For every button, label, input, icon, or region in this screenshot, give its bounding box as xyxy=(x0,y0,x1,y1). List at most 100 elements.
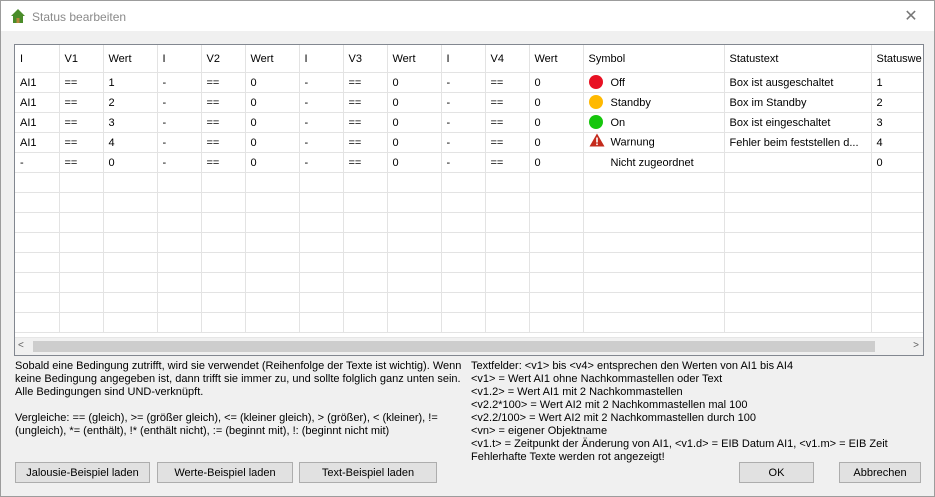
column-header[interactable]: I xyxy=(157,45,202,73)
status-text-cell[interactable]: Box im Standby xyxy=(724,92,872,113)
table-cell[interactable] xyxy=(724,292,872,313)
table-cell[interactable] xyxy=(871,252,923,273)
table-cell[interactable] xyxy=(299,292,344,313)
scroll-left-icon[interactable]: < xyxy=(18,340,24,351)
table-cell[interactable] xyxy=(245,172,300,193)
table-cell[interactable]: 2 xyxy=(103,92,158,113)
table-cell[interactable] xyxy=(529,192,584,213)
table-cell[interactable]: - xyxy=(441,112,486,133)
table-cell[interactable]: 0 xyxy=(387,152,442,173)
horizontal-scrollbar[interactable]: < > xyxy=(15,337,923,355)
table-cell[interactable] xyxy=(343,212,388,233)
table-cell[interactable]: == xyxy=(343,72,388,93)
empty-table-row[interactable] xyxy=(15,172,923,193)
column-header[interactable]: Wert xyxy=(103,45,158,73)
table-cell[interactable] xyxy=(529,212,584,233)
table-cell[interactable] xyxy=(529,172,584,193)
table-cell[interactable]: - xyxy=(441,92,486,113)
table-cell[interactable] xyxy=(59,212,104,233)
table-cell[interactable] xyxy=(871,312,923,333)
table-cell[interactable]: == xyxy=(343,152,388,173)
table-cell[interactable] xyxy=(583,272,725,293)
table-cell[interactable] xyxy=(387,232,442,253)
table-cell[interactable] xyxy=(387,192,442,213)
column-header[interactable]: Wert xyxy=(387,45,442,73)
load-values-example-button[interactable]: Werte-Beispiel laden xyxy=(157,462,293,483)
table-cell[interactable]: - xyxy=(157,112,202,133)
table-cell[interactable] xyxy=(299,272,344,293)
table-cell[interactable]: 0 xyxy=(103,152,158,173)
table-cell[interactable] xyxy=(387,172,442,193)
empty-table-row[interactable] xyxy=(15,272,923,293)
table-cell[interactable] xyxy=(441,252,486,273)
table-cell[interactable] xyxy=(529,252,584,273)
table-cell[interactable] xyxy=(299,312,344,333)
status-value-cell[interactable]: 2 xyxy=(871,92,923,113)
table-cell[interactable] xyxy=(724,172,872,193)
table-cell[interactable] xyxy=(529,272,584,293)
table-cell[interactable] xyxy=(245,212,300,233)
table-cell[interactable]: - xyxy=(299,152,344,173)
table-cell[interactable] xyxy=(59,292,104,313)
table-cell[interactable] xyxy=(103,172,158,193)
load-text-example-button[interactable]: Text-Beispiel laden xyxy=(299,462,437,483)
table-cell[interactable] xyxy=(441,312,486,333)
ok-button[interactable]: OK xyxy=(739,462,814,483)
table-cell[interactable] xyxy=(485,252,530,273)
scrollbar-thumb[interactable] xyxy=(33,341,875,352)
table-cell[interactable] xyxy=(157,232,202,253)
symbol-cell[interactable]: Nicht zugeordnet xyxy=(583,152,725,173)
table-cell[interactable] xyxy=(583,192,725,213)
column-header[interactable]: Symbol xyxy=(583,45,725,73)
table-cell[interactable] xyxy=(871,192,923,213)
table-cell[interactable] xyxy=(15,292,60,313)
table-cell[interactable]: 0 xyxy=(387,92,442,113)
status-text-cell[interactable]: Box ist ausgeschaltet xyxy=(724,72,872,93)
empty-table-row[interactable] xyxy=(15,192,923,213)
column-header[interactable]: V1 xyxy=(59,45,104,73)
table-cell[interactable]: == xyxy=(485,112,530,133)
table-cell[interactable] xyxy=(201,232,246,253)
table-cell[interactable]: == xyxy=(343,132,388,153)
table-row[interactable]: AI1 == 3- == 0- == 0- == 0 On Box ist eingeschalte… xyxy=(15,112,923,133)
table-cell[interactable]: AI1 xyxy=(15,72,60,93)
table-cell[interactable] xyxy=(299,232,344,253)
table-cell[interactable] xyxy=(157,252,202,273)
table-cell[interactable]: == xyxy=(59,152,104,173)
table-cell[interactable]: - xyxy=(299,92,344,113)
table-cell[interactable] xyxy=(724,272,872,293)
table-cell[interactable]: - xyxy=(299,72,344,93)
table-cell[interactable] xyxy=(245,232,300,253)
table-cell[interactable] xyxy=(529,312,584,333)
column-header[interactable]: V4 xyxy=(485,45,530,73)
table-cell[interactable] xyxy=(529,292,584,313)
table-cell[interactable] xyxy=(59,232,104,253)
table-cell[interactable] xyxy=(343,292,388,313)
table-cell[interactable]: - xyxy=(157,152,202,173)
status-text-cell[interactable]: Fehler beim feststellen d... xyxy=(724,132,872,153)
table-cell[interactable]: == xyxy=(485,132,530,153)
table-cell[interactable] xyxy=(59,252,104,273)
table-cell[interactable] xyxy=(724,252,872,273)
column-header[interactable]: Statustext xyxy=(724,45,872,73)
table-row[interactable]: AI1 == 1- == 0- == 0- == 0 Off Box ist ausgeschalt… xyxy=(15,72,923,93)
table-cell[interactable] xyxy=(201,292,246,313)
table-cell[interactable] xyxy=(441,192,486,213)
empty-table-row[interactable] xyxy=(15,252,923,273)
table-cell[interactable] xyxy=(245,252,300,273)
table-row[interactable]: AI1 == 4- == 0- == 0- == 0 Warnung Fehler beim fes… xyxy=(15,132,923,153)
table-cell[interactable] xyxy=(245,192,300,213)
load-jalousie-example-button[interactable]: Jalousie-Beispiel laden xyxy=(15,462,150,483)
table-cell[interactable] xyxy=(103,192,158,213)
table-cell[interactable] xyxy=(157,292,202,313)
table-cell[interactable] xyxy=(299,192,344,213)
table-cell[interactable] xyxy=(485,272,530,293)
table-cell[interactable] xyxy=(103,292,158,313)
column-header[interactable]: Wert xyxy=(245,45,300,73)
table-cell[interactable] xyxy=(871,232,923,253)
status-value-cell[interactable]: 1 xyxy=(871,72,923,93)
column-header[interactable]: V3 xyxy=(343,45,388,73)
table-cell[interactable]: == xyxy=(201,132,246,153)
table-cell[interactable] xyxy=(157,272,202,293)
table-cell[interactable] xyxy=(201,212,246,233)
